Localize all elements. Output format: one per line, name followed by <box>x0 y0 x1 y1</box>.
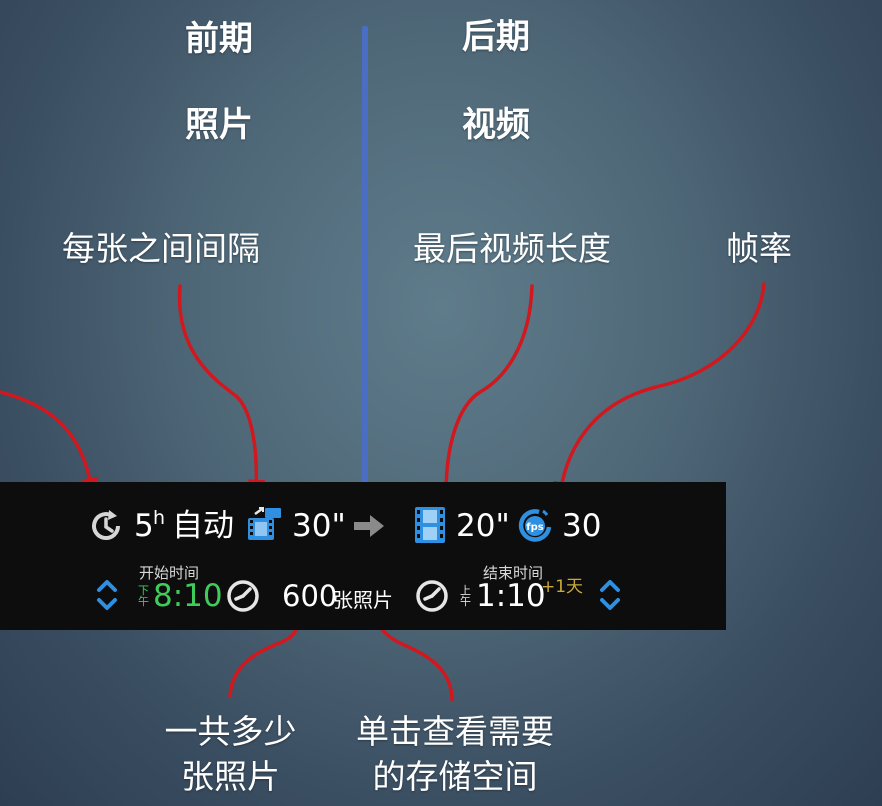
end-time-value: 1:10 <box>476 578 546 614</box>
photo-count-unit: 张照片 <box>333 588 393 612</box>
end-day-offset: +1天 <box>541 577 584 597</box>
clock-icon <box>416 580 448 612</box>
fps-gauge-icon: fps <box>518 509 552 542</box>
clock-rotate-icon <box>92 510 120 540</box>
duration-value: 5 <box>134 508 154 544</box>
annotation-storage-line1: 单击查看需要 <box>356 712 554 751</box>
annotation-total-photos: 一共多少 张照片 <box>148 710 313 799</box>
arrow-interval <box>177 284 266 498</box>
start-time-stepper[interactable] <box>96 578 118 612</box>
film-strip-icon <box>415 507 445 543</box>
duration-mode: 自动 <box>172 508 234 544</box>
fps-icon-label: fps <box>526 522 544 533</box>
timelapse-control-bar: 5 h 自动 30" 20" fps 30 开始时间 下午 8:10 600 张… <box>0 482 726 630</box>
arrow-right-icon <box>354 515 384 537</box>
fps-value: 30 <box>562 508 602 544</box>
arrow-duration <box>0 390 99 496</box>
annotation-storage: 单击查看需要 的存储空间 <box>335 710 575 799</box>
duration-unit: h <box>153 507 166 529</box>
annotation-arrows <box>0 282 766 702</box>
film-interval-icon <box>248 507 281 540</box>
end-time-stepper[interactable] <box>599 578 621 612</box>
arrow-video-length <box>437 284 534 500</box>
clock-icon <box>227 580 259 612</box>
interval-value: 30" <box>292 508 346 544</box>
arrow-frame-rate <box>553 282 766 500</box>
annotation-storage-line2: 的存储空间 <box>372 756 538 796</box>
start-time-value: 8:10 <box>153 578 223 614</box>
start-ampm: 下午 <box>138 584 149 608</box>
photo-count-value: 600 <box>282 579 338 613</box>
end-ampm: 上午 <box>460 584 471 608</box>
video-length-value: 20" <box>456 508 510 544</box>
annotation-total-photos-line2: 张照片 <box>181 756 280 796</box>
annotation-total-photos-line1: 一共多少 <box>164 712 297 751</box>
